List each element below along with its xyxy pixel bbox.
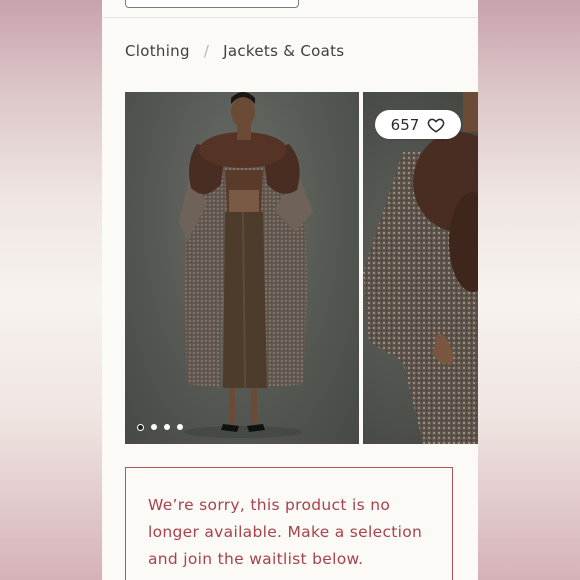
product-image-main[interactable] bbox=[125, 92, 359, 444]
breadcrumb: Clothing / Jackets & Coats bbox=[125, 42, 344, 60]
heart-icon bbox=[428, 118, 445, 133]
search-input[interactable] bbox=[125, 0, 299, 8]
unavailable-message: We’re sorry, this product is no longer a… bbox=[148, 496, 423, 568]
header-divider bbox=[102, 17, 478, 18]
gallery-dot[interactable] bbox=[164, 424, 170, 430]
gallery-pagination-dots bbox=[137, 424, 183, 431]
model-in-coat-illustration bbox=[179, 92, 313, 438]
gallery-dot[interactable] bbox=[151, 424, 157, 430]
product-image-secondary[interactable]: 657 bbox=[363, 92, 478, 444]
product-image-gallery[interactable]: 657 bbox=[125, 92, 478, 444]
favorite-button[interactable]: 657 bbox=[375, 110, 461, 139]
breadcrumb-item-jackets-coats[interactable]: Jackets & Coats bbox=[223, 42, 344, 60]
unavailable-notice: We’re sorry, this product is no longer a… bbox=[125, 467, 453, 580]
gallery-dot[interactable] bbox=[137, 424, 144, 431]
favorite-count: 657 bbox=[390, 115, 420, 134]
breadcrumb-separator: / bbox=[203, 42, 210, 60]
gallery-dot[interactable] bbox=[177, 424, 183, 430]
coat-closeup-illustration bbox=[363, 92, 478, 444]
breadcrumb-item-clothing[interactable]: Clothing bbox=[125, 42, 190, 60]
product-page: Clothing / Jackets & Coats 657 We’re sor… bbox=[102, 0, 478, 580]
